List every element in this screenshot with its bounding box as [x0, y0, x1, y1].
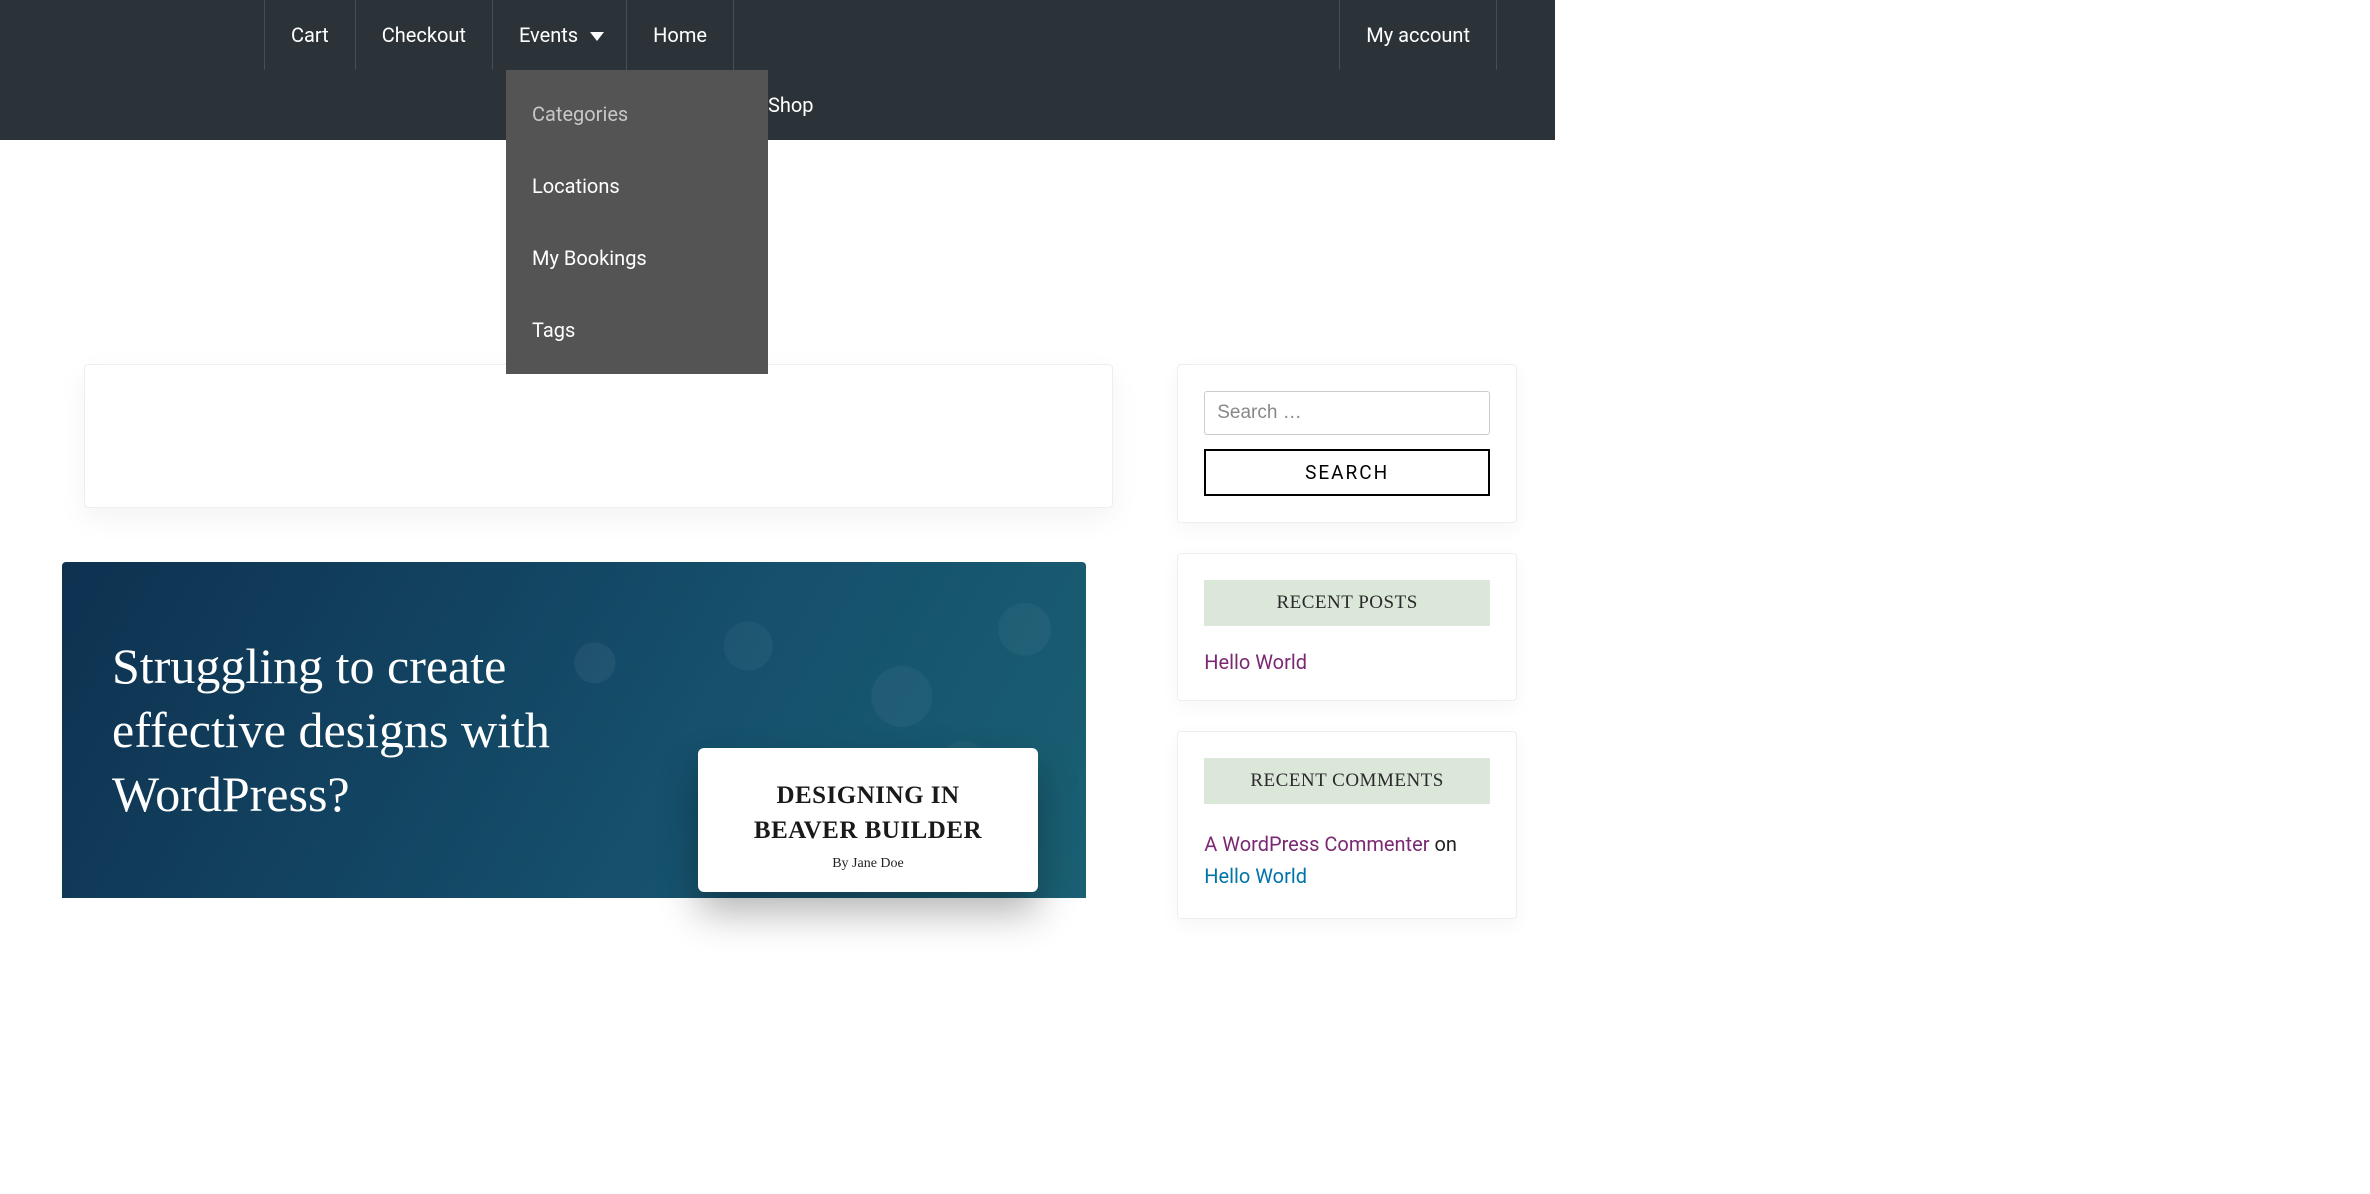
top-navigation: Cart Checkout Events Home My account Sho…	[0, 0, 1555, 140]
dropdown-item-tags[interactable]: Tags	[506, 294, 768, 366]
hero-card-title: DESIGNING IN BEAVER BUILDER	[724, 778, 1012, 848]
recent-comment-entry: A WordPress Commenter on Hello World	[1204, 828, 1490, 892]
content-card-placeholder	[84, 364, 1113, 508]
nav-item-home[interactable]: Home	[626, 0, 734, 70]
recent-posts-header: RECENT POSTS	[1204, 580, 1490, 626]
comment-on-text: on	[1429, 832, 1456, 856]
nav-item-cart[interactable]: Cart	[264, 0, 355, 70]
nav-item-checkout[interactable]: Checkout	[355, 0, 492, 70]
hero-card-byline: By Jane Doe	[724, 856, 1012, 872]
search-input[interactable]	[1204, 391, 1490, 435]
sidebar: SEARCH RECENT POSTS Hello World RECENT C…	[1177, 140, 1555, 949]
hero-banner: Struggling to create effective designs w…	[62, 562, 1086, 898]
search-button[interactable]: SEARCH	[1204, 449, 1490, 496]
nav-right-group: My account	[1339, 0, 1497, 70]
events-dropdown: Categories Locations My Bookings Tags	[506, 70, 768, 374]
recent-comments-widget: RECENT COMMENTS A WordPress Commenter on…	[1177, 731, 1517, 919]
nav-item-events-label: Events	[519, 23, 578, 47]
hero-title: Struggling to create effective designs w…	[112, 634, 612, 826]
recent-post-link[interactable]: Hello World	[1204, 650, 1307, 674]
hero-book-card: DESIGNING IN BEAVER BUILDER By Jane Doe	[698, 748, 1038, 892]
dropdown-item-my-bookings[interactable]: My Bookings	[506, 222, 768, 294]
comment-post-link[interactable]: Hello World	[1204, 864, 1307, 888]
comment-author-link[interactable]: A WordPress Commenter	[1204, 832, 1429, 856]
nav-row-primary: Cart Checkout Events Home	[0, 0, 1555, 70]
caret-down-icon	[590, 32, 604, 41]
nav-spacer	[0, 0, 264, 70]
page-body: Struggling to create effective designs w…	[0, 140, 1555, 949]
recent-posts-widget: RECENT POSTS Hello World	[1177, 553, 1517, 701]
dropdown-item-locations[interactable]: Locations	[506, 150, 768, 222]
nav-item-my-account[interactable]: My account	[1339, 0, 1497, 70]
search-widget: SEARCH	[1177, 364, 1517, 523]
dropdown-item-categories[interactable]: Categories	[506, 78, 768, 150]
nav-item-events[interactable]: Events	[492, 0, 626, 70]
recent-comments-header: RECENT COMMENTS	[1204, 758, 1490, 804]
